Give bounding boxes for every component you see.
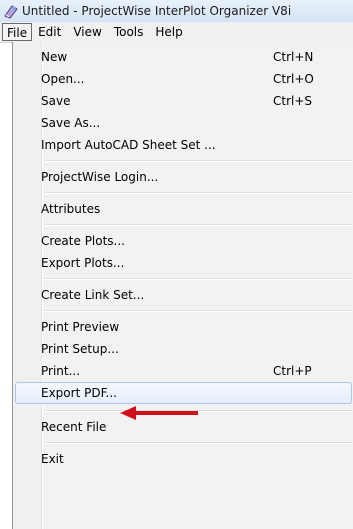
menu-item-label: Create Link Set... <box>41 288 145 302</box>
menu-item-create-link-set[interactable]: Create Link Set... <box>15 284 352 306</box>
menu-item-save[interactable]: Save Ctrl+S <box>15 90 352 112</box>
menu-separator <box>45 442 352 444</box>
title-bar: Untitled - ProjectWise InterPlot Organiz… <box>0 0 353 22</box>
menu-item-shortcut: Ctrl+S <box>273 94 313 108</box>
menu-item-label: Print... <box>41 364 81 378</box>
menu-item-label: Create Plots... <box>41 234 125 248</box>
menu-item-label: Export PDF... <box>41 386 117 400</box>
red-pointer-arrow-icon <box>120 406 198 420</box>
menu-item-label: Save As... <box>41 116 101 130</box>
menu-separator <box>45 310 352 312</box>
menu-bar: File Edit View Tools Help <box>0 22 353 43</box>
menu-item-label: Save <box>41 94 71 108</box>
menu-separator <box>45 192 352 194</box>
menu-item-label: Print Setup... <box>41 342 119 356</box>
menu-item-import-autocad-sheet-set[interactable]: Import AutoCAD Sheet Set ... <box>15 134 352 156</box>
menu-item-label: Recent File <box>41 420 107 434</box>
menu-item-print-preview[interactable]: Print Preview <box>15 316 352 338</box>
menu-item-label: ProjectWise Login... <box>41 170 159 184</box>
menu-separator <box>45 278 352 280</box>
menu-edit[interactable]: Edit <box>32 23 67 41</box>
menu-file[interactable]: File <box>2 23 33 41</box>
menu-item-print[interactable]: Print... Ctrl+P <box>15 360 352 382</box>
menu-item-open[interactable]: Open... Ctrl+O <box>15 68 352 90</box>
menu-item-shortcut: Ctrl+O <box>273 72 314 86</box>
projectwise-app-icon <box>4 5 18 19</box>
menu-item-attributes[interactable]: Attributes <box>15 198 352 220</box>
file-dropdown-menu: New Ctrl+N Open... Ctrl+O Save Ctrl+S Sa… <box>12 42 353 529</box>
menu-separator <box>45 224 352 226</box>
menu-item-export-pdf[interactable]: Export PDF... <box>15 382 352 404</box>
menu-item-label: Print Preview <box>41 320 120 334</box>
menu-item-label: Export Plots... <box>41 256 125 270</box>
menu-tools[interactable]: Tools <box>108 23 150 41</box>
menu-item-projectwise-login[interactable]: ProjectWise Login... <box>15 166 352 188</box>
menu-item-label: Attributes <box>41 202 101 216</box>
menu-item-exit[interactable]: Exit <box>15 448 352 470</box>
window-title: Untitled - ProjectWise InterPlot Organiz… <box>22 4 292 18</box>
app-window: Untitled - ProjectWise InterPlot Organiz… <box>0 0 353 529</box>
menu-item-export-plots[interactable]: Export Plots... <box>15 252 352 274</box>
menu-item-label: Open... <box>41 72 85 86</box>
menu-item-print-setup[interactable]: Print Setup... <box>15 338 352 360</box>
menu-item-shortcut: Ctrl+N <box>273 50 314 64</box>
menu-separator <box>45 160 352 162</box>
menu-view[interactable]: View <box>67 23 107 41</box>
menu-help[interactable]: Help <box>149 23 188 41</box>
menu-item-label: Import AutoCAD Sheet Set ... <box>41 138 216 152</box>
menu-item-save-as[interactable]: Save As... <box>15 112 352 134</box>
menu-item-create-plots[interactable]: Create Plots... <box>15 230 352 252</box>
menu-item-new[interactable]: New Ctrl+N <box>15 46 352 68</box>
menu-item-label: New <box>41 50 68 64</box>
menu-item-label: Exit <box>41 452 64 466</box>
menu-item-shortcut: Ctrl+P <box>273 364 312 378</box>
